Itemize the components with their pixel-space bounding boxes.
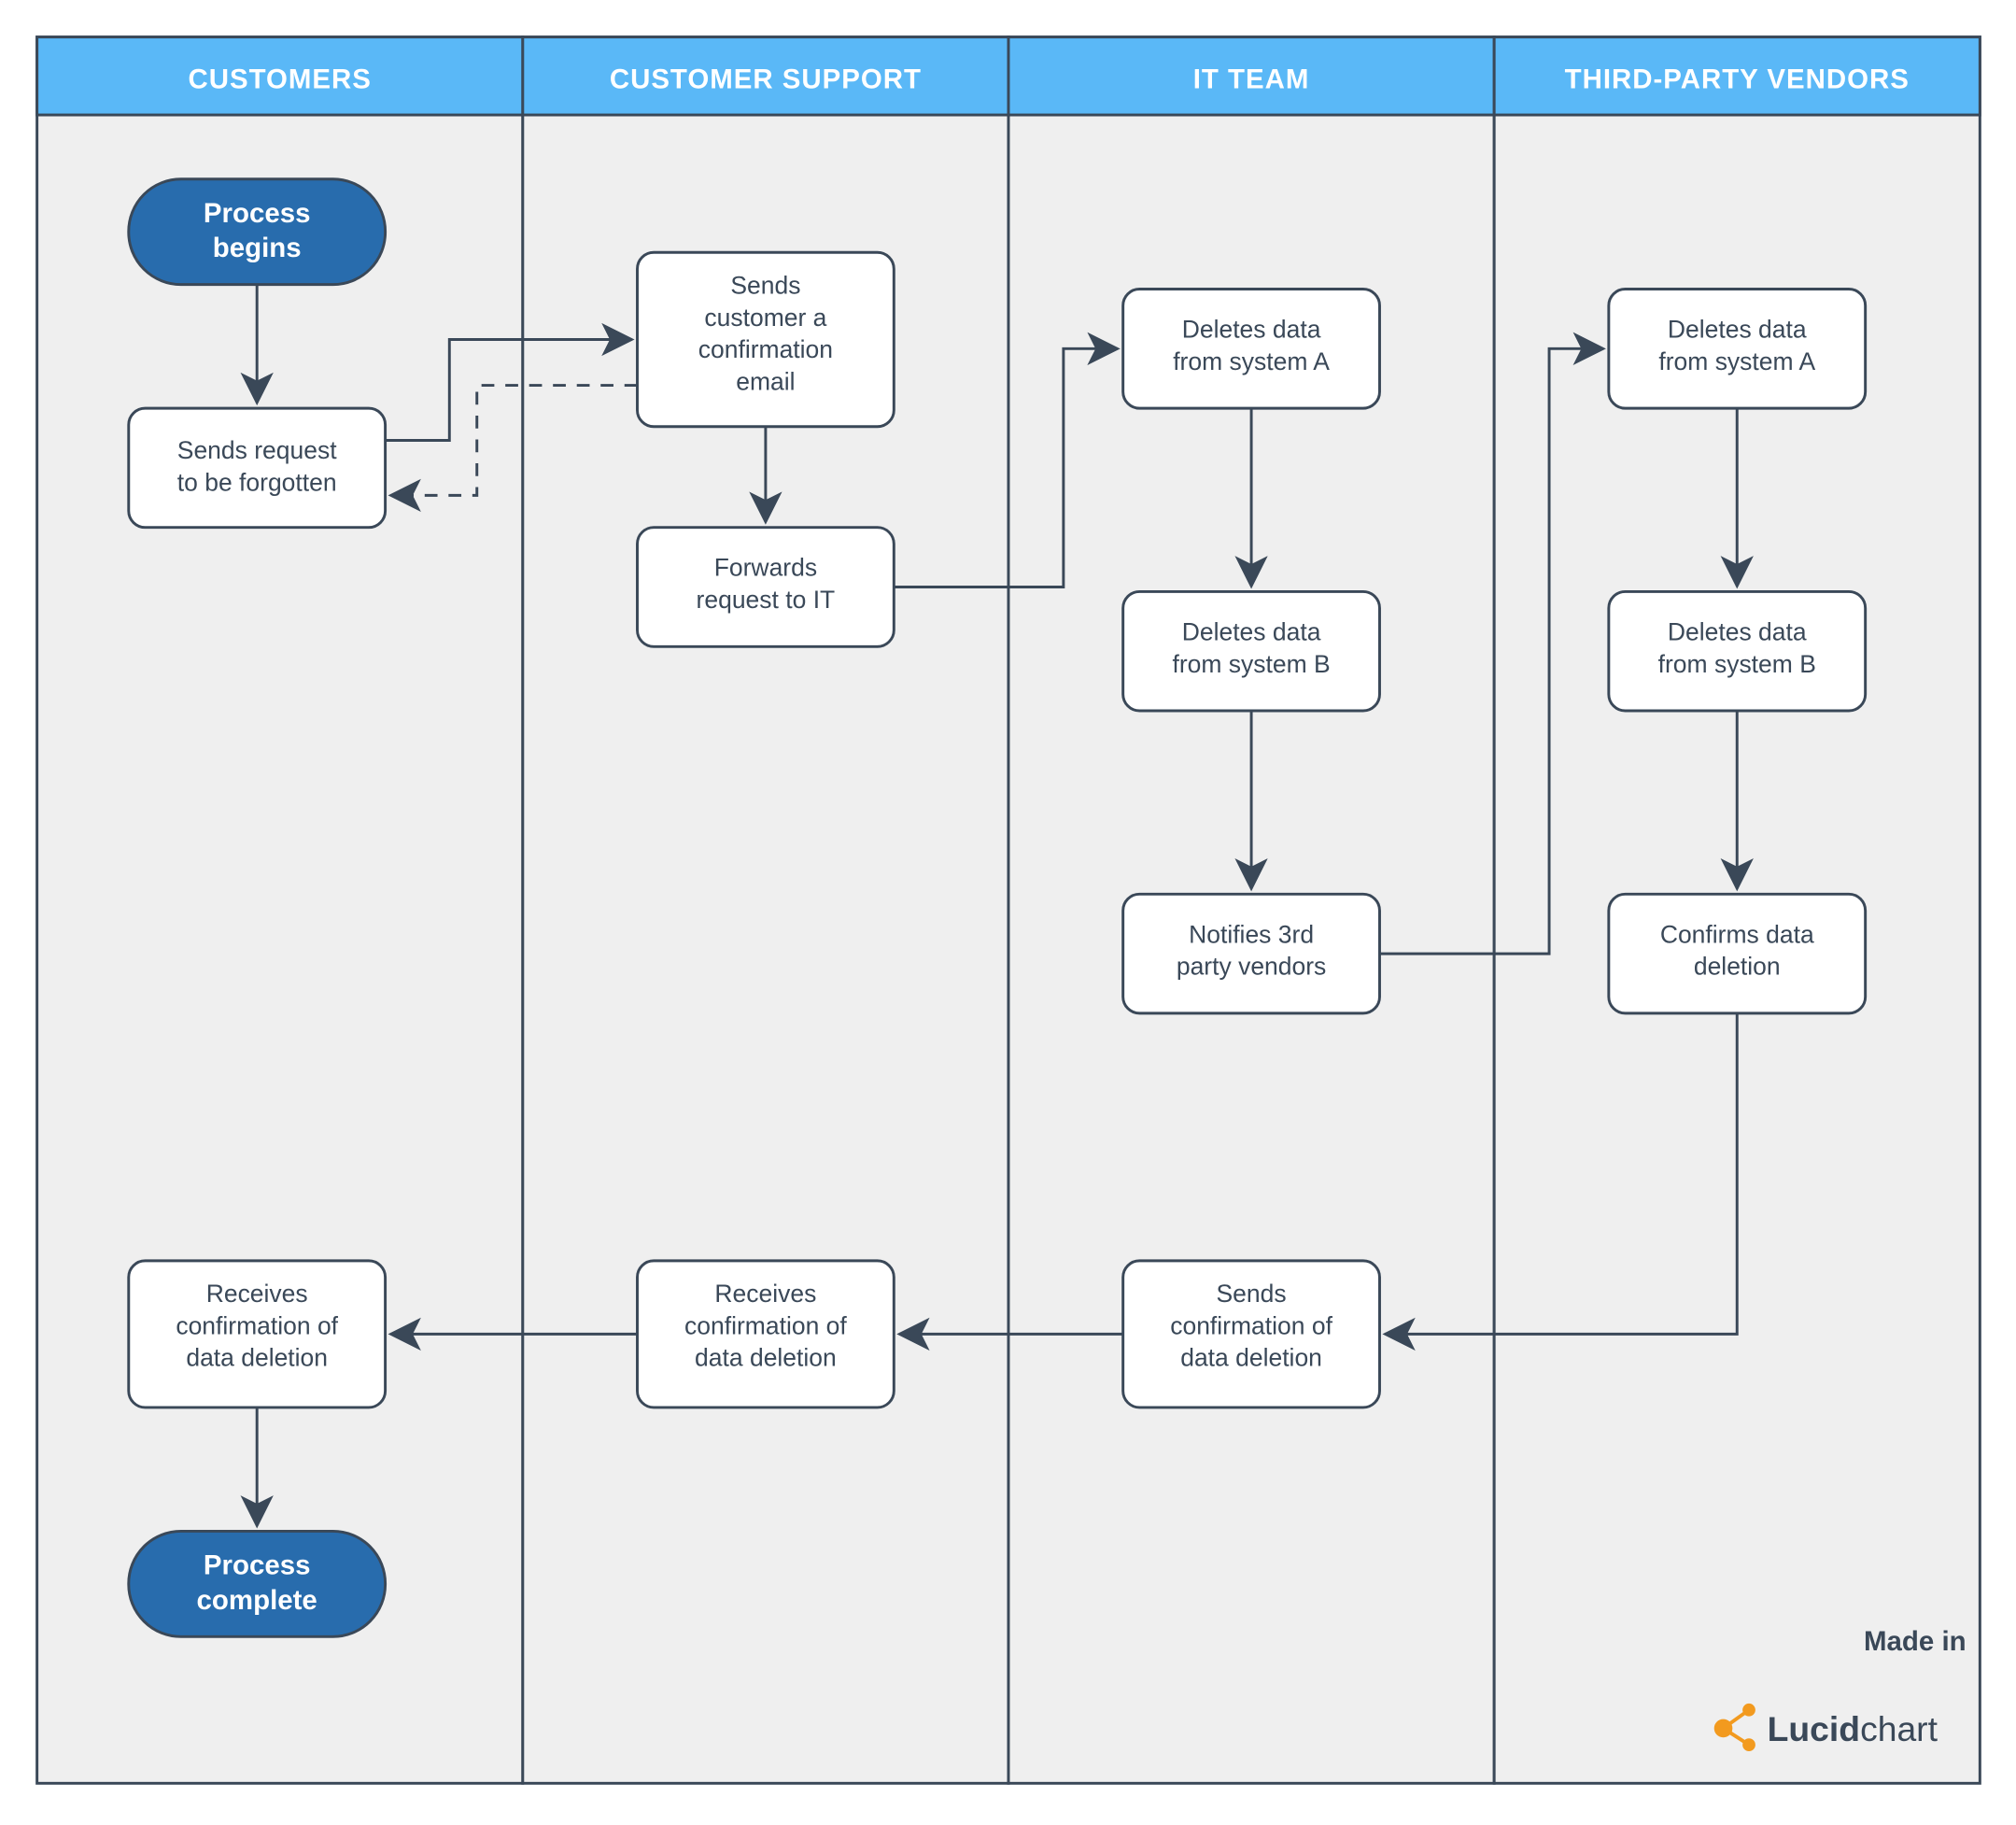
node-conf-l3: confirmation [698, 335, 833, 363]
node-cr-l1: Receives [206, 1280, 308, 1308]
terminator-end [129, 1531, 386, 1636]
lane-title-customers: CUSTOMERS [189, 64, 372, 95]
node-send-request-l1: Sends request [177, 436, 337, 464]
node-v-b-l1: Deletes data [1668, 617, 1807, 645]
node-conf-l1: Sends [730, 271, 800, 299]
node-itc-l2: confirmation of [1170, 1311, 1332, 1339]
made-in-text: Made in [1864, 1626, 1967, 1657]
node-it-b-l2: from system B [1172, 650, 1330, 678]
lane-customers [37, 37, 523, 1784]
lane-title-vendors: THIRD-PARTY VENDORS [1565, 64, 1910, 95]
node-send-request-l2: to be forgotten [177, 468, 337, 496]
logo-light: chart [1860, 1709, 1938, 1748]
node-vc-l2: deletion [1694, 953, 1781, 981]
node-v-b-l2: from system B [1658, 650, 1816, 678]
node-v-a-l2: from system A [1658, 347, 1815, 375]
node-it-a-l1: Deletes data [1182, 316, 1321, 344]
start-line2: begins [213, 233, 302, 263]
node-it-b-l1: Deletes data [1182, 617, 1321, 645]
lane-title-it: IT TEAM [1193, 64, 1310, 95]
node-notv-l1: Notifies 3rd [1189, 920, 1314, 948]
node-it-a-l2: from system A [1173, 347, 1330, 375]
node-v-a-l1: Deletes data [1668, 316, 1807, 344]
logo-bold: Lucid [1768, 1709, 1860, 1748]
node-sr-l2: confirmation of [684, 1311, 847, 1339]
node-cr-l2: confirmation of [176, 1311, 338, 1339]
node-notv-l2: party vendors [1177, 953, 1326, 981]
node-itc-l1: Sends [1217, 1280, 1287, 1308]
svg-text:Lucidchart: Lucidchart [1768, 1709, 1938, 1748]
end-l1: Process [204, 1550, 311, 1581]
node-conf-l4: email [736, 367, 795, 395]
swimlane-diagram: CUSTOMERS CUSTOMER SUPPORT IT TEAM THIRD… [0, 0, 2016, 1825]
terminator-start [129, 179, 386, 285]
node-conf-l2: customer a [704, 304, 826, 332]
node-fwd-l1: Forwards [714, 554, 817, 582]
node-vc-l1: Confirms data [1660, 920, 1814, 948]
swimlane-svg: CUSTOMERS CUSTOMER SUPPORT IT TEAM THIRD… [19, 19, 1997, 1806]
start-line1: Process [204, 198, 311, 229]
node-sr-l1: Receives [714, 1280, 816, 1308]
node-sr-l3: data deletion [695, 1344, 837, 1372]
end-l2: complete [197, 1585, 317, 1616]
node-cr-l3: data deletion [186, 1344, 328, 1372]
node-fwd-l2: request to IT [697, 586, 836, 614]
lane-title-support: CUSTOMER SUPPORT [610, 64, 922, 95]
node-itc-l3: data deletion [1180, 1344, 1322, 1372]
